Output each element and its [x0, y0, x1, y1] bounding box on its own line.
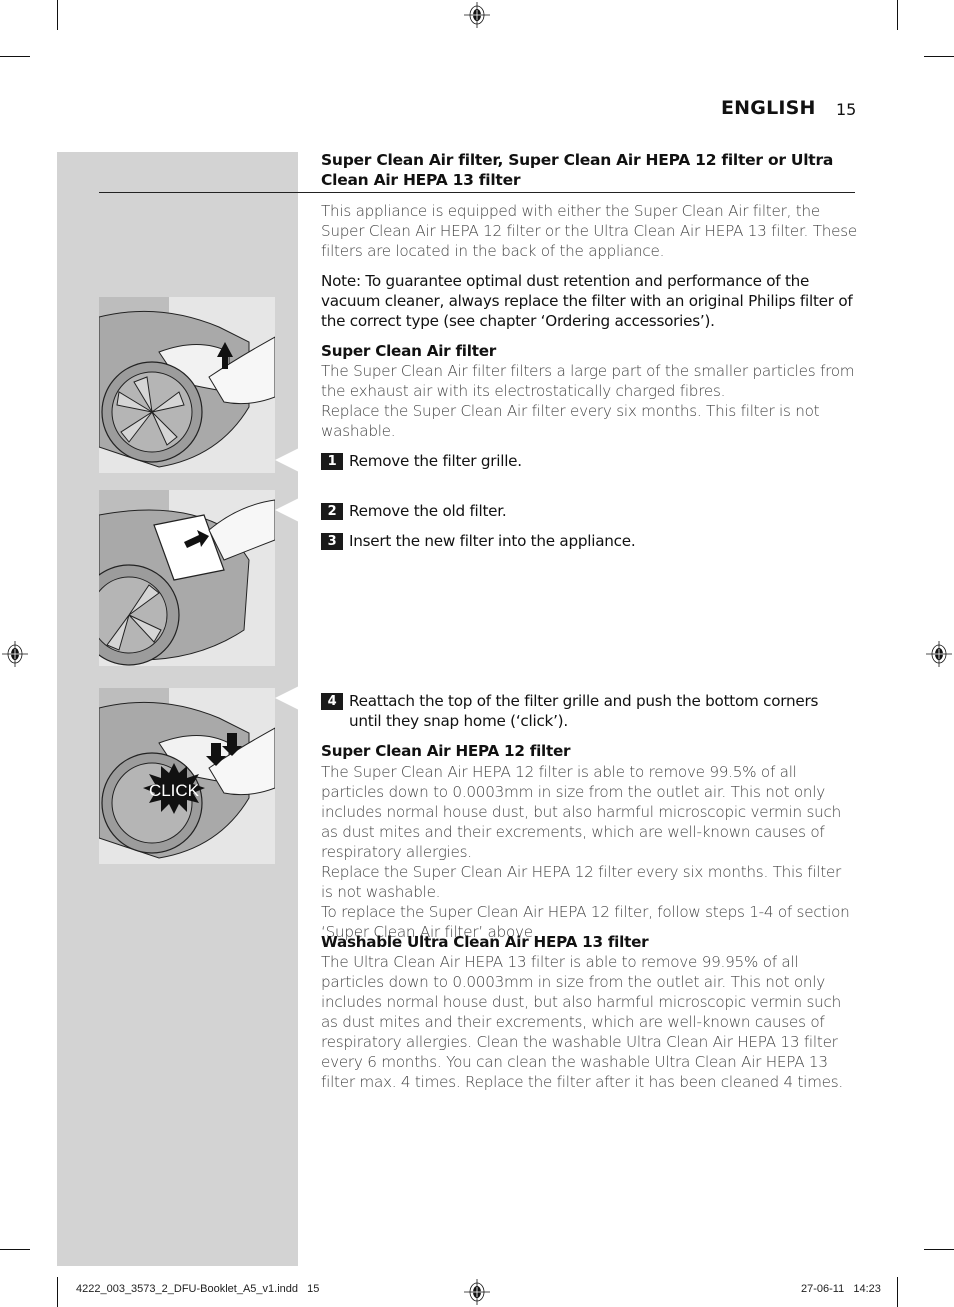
step-3: 3 Insert the new filter into the applianc…: [321, 531, 857, 551]
crop-mark: [897, 0, 898, 30]
step-number: 3: [321, 533, 343, 550]
step-number: 2: [321, 503, 343, 520]
super-clean-heading: Super Clean Air filter: [321, 342, 497, 360]
hepa12-body-2: Replace the Super Clean Air HEPA 12 filt…: [321, 863, 842, 901]
crop-mark: [897, 1277, 898, 1307]
section-title: Super Clean Air filter, Super Clean Air …: [321, 151, 834, 189]
crop-mark: [0, 56, 30, 57]
hepa12-body-1: The Super Clean Air HEPA 12 filter is ab…: [321, 763, 842, 861]
hepa13-body: The Ultra Clean Air HEPA 13 filter is ab…: [321, 953, 843, 1091]
registration-mark-icon: [464, 1279, 490, 1305]
crop-mark: [924, 1249, 954, 1250]
crop-mark: [57, 1277, 58, 1307]
illustration-insert-new-filter: [99, 490, 275, 666]
footer-file-info: 4222_003_3573_2_DFU-Booklet_A5_v1.indd 1…: [76, 1283, 320, 1295]
step-text: Remove the filter grille.: [349, 452, 522, 470]
super-clean-body-1: The Super Clean Air filter filters a lar…: [321, 362, 855, 400]
registration-mark-icon: [2, 641, 28, 667]
illustration-remove-filter-grille: [99, 297, 275, 473]
vacuum-illustration: [99, 297, 275, 468]
hepa12-body: The Super Clean Air HEPA 12 filter is ab…: [321, 762, 857, 942]
step-text: Remove the old filter.: [349, 502, 507, 520]
step-number: 1: [321, 453, 343, 470]
step-text: Reattach the top of the filter grille an…: [349, 692, 819, 730]
heading-divider: [99, 192, 855, 193]
footer-datetime: 27-06-11 14:23: [801, 1283, 881, 1295]
super-clean-body-2: Replace the Super Clean Air filter every…: [321, 402, 820, 440]
step-number: 4: [321, 693, 343, 710]
pointer-triangle: [275, 686, 299, 710]
step-4: 4 Reattach the top of the filter grille a…: [321, 691, 857, 731]
hepa12-heading: Super Clean Air HEPA 12 filter: [321, 742, 571, 760]
step-text: Insert the new filter into the appliance…: [349, 532, 636, 550]
step-2: 2 Remove the old filter.: [321, 501, 857, 521]
pointer-triangle: [275, 498, 299, 522]
registration-mark-icon: [926, 641, 952, 667]
language-label: ENGLISH: [721, 97, 816, 119]
vacuum-illustration: CLICK: [99, 688, 275, 859]
note-paragraph: Note: To guarantee optimal dust retentio…: [321, 272, 853, 330]
illustration-reattach-grille-click: CLICK: [99, 688, 275, 864]
crop-mark: [57, 0, 58, 30]
vacuum-illustration: [99, 490, 275, 666]
crop-mark: [0, 1249, 30, 1250]
super-clean-body: The Super Clean Air filter filters a lar…: [321, 361, 857, 441]
intro-paragraph: This appliance is equipped with either t…: [321, 202, 857, 260]
page-number: 15: [836, 100, 857, 119]
click-label: CLICK: [149, 781, 200, 800]
crop-mark: [924, 56, 954, 57]
registration-mark-icon: [464, 2, 490, 28]
pointer-triangle: [275, 448, 299, 472]
hepa13-heading: Washable Ultra Clean Air HEPA 13 filter: [321, 933, 649, 951]
step-1: 1 Remove the filter grille.: [321, 451, 857, 471]
